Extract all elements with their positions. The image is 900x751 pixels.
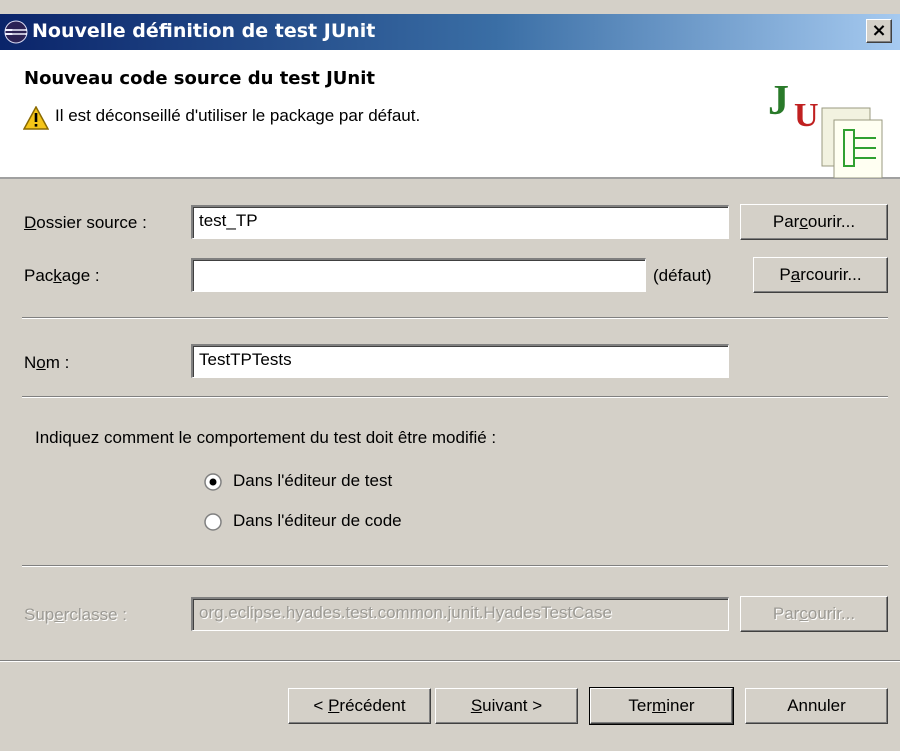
next-button[interactable]: Suivant > [435,688,578,724]
source-folder-browse-button[interactable]: Parcourir... [740,204,888,240]
svg-text:U: U [794,97,819,134]
superclass-browse-button: Parcourir... [740,596,888,632]
default-package-note: (défaut) [653,266,712,285]
window-title: Nouvelle définition de test JUnit [32,20,376,42]
dialog-window: Nouvelle définition de test JUnit × Nouv… [0,0,900,751]
name-label: Nom : [24,353,70,372]
wizard-header: Nouveau code source du test JUnit Il est… [0,50,900,179]
svg-text:J: J [768,78,789,124]
wizard-title: Nouveau code source du test JUnit [24,68,375,89]
source-folder-input[interactable]: test_TP [191,205,729,239]
radio-code-editor-label[interactable]: Dans l'éditeur de code [233,511,402,531]
radio-test-editor-label[interactable]: Dans l'éditeur de test [233,471,392,491]
package-input[interactable] [191,258,646,292]
title-bar[interactable]: Nouvelle définition de test JUnit × [0,14,900,50]
close-button[interactable]: × [866,19,892,43]
name-input[interactable]: TestTPTests [191,344,729,378]
finish-button[interactable]: Terminer [589,687,734,725]
package-browse-button[interactable]: Parcourir... [753,257,888,293]
radio-test-editor[interactable] [204,473,222,491]
superclass-label: Superclasse : [24,605,128,624]
separator [22,396,888,398]
source-folder-label: Dossier source : [24,213,147,232]
separator [0,660,900,662]
warning-message: Il est déconseillé d'utiliser le package… [55,106,421,125]
package-label: Package : [24,266,100,285]
superclass-input: org.eclipse.hyades.test.common.junit.Hya… [191,597,729,631]
warning-icon [23,106,49,130]
radio-code-editor[interactable] [204,513,222,531]
back-button[interactable]: < Précédent [288,688,431,724]
behavior-prompt: Indiquez comment le comportement du test… [35,428,497,447]
separator [22,565,888,567]
separator [22,317,888,319]
eclipse-icon [4,20,28,44]
cancel-button[interactable]: Annuler [745,688,888,724]
close-icon: × [871,20,887,41]
junit-logo-icon: J U [768,78,883,178]
